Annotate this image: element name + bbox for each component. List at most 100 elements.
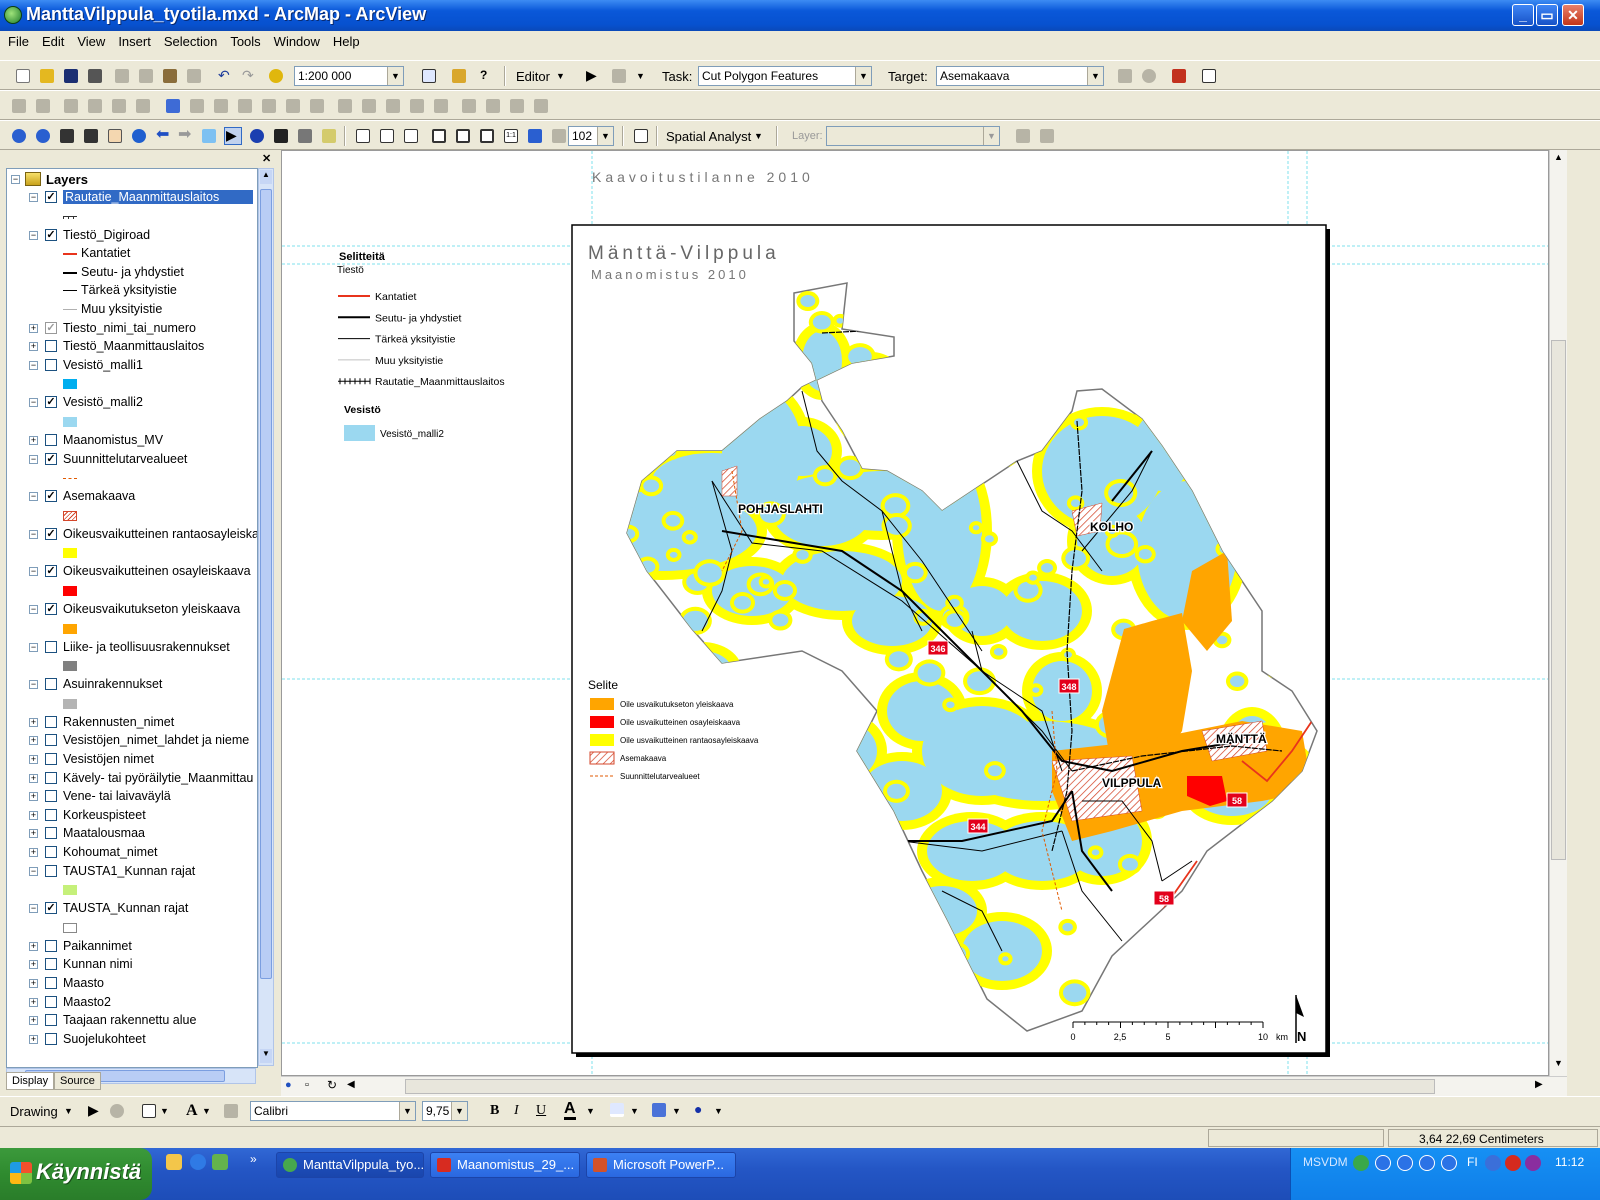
- drawing-menu[interactable]: Drawing: [10, 1104, 58, 1119]
- open-folder-icon[interactable]: [38, 67, 56, 85]
- clip-icon[interactable]: [110, 97, 128, 115]
- line-color-dropdown-icon[interactable]: ▼: [672, 1106, 681, 1116]
- bold-button[interactable]: B: [490, 1103, 499, 1119]
- expand-icon[interactable]: +: [29, 941, 38, 951]
- cut-icon[interactable]: [113, 67, 131, 85]
- layer-checkbox[interactable]: [45, 958, 57, 971]
- fill-color-icon[interactable]: [608, 1101, 626, 1119]
- collapse-icon[interactable]: −: [29, 904, 38, 914]
- intersect-icon[interactable]: [86, 97, 104, 115]
- expand-icon[interactable]: +: [29, 773, 38, 783]
- quicklaunch-desktop-icon[interactable]: [212, 1154, 228, 1170]
- collapse-icon[interactable]: −: [29, 866, 38, 876]
- toc-close-icon[interactable]: ✕: [262, 152, 271, 165]
- attributes-icon[interactable]: [1170, 67, 1188, 85]
- symbol-swatch[interactable]: [63, 698, 77, 709]
- tray-2-icon[interactable]: [1397, 1155, 1413, 1171]
- layer-symbol[interactable]: [7, 919, 257, 937]
- legend-class[interactable]: Muu yksityistie: [7, 301, 257, 319]
- select-elements-icon[interactable]: ▶: [86, 1102, 104, 1120]
- language-indicator[interactable]: FI: [1467, 1155, 1478, 1169]
- split-tool-icon[interactable]: [1116, 67, 1134, 85]
- toc-layer[interactable]: + Kohoumat_nimet: [7, 844, 257, 862]
- layer-checkbox[interactable]: [45, 808, 57, 821]
- layer-checkbox[interactable]: ✓: [45, 565, 57, 578]
- fixed-zoom-in-layout-icon[interactable]: [454, 127, 472, 145]
- layer-checkbox[interactable]: ✓: [45, 228, 57, 241]
- layer-combo[interactable]: ▼: [826, 126, 1000, 146]
- collapse-icon[interactable]: −: [29, 492, 38, 502]
- flip-vertical-icon[interactable]: [532, 97, 550, 115]
- tray-3-icon[interactable]: [1419, 1155, 1435, 1171]
- expand-icon[interactable]: +: [29, 736, 38, 746]
- layer-checkbox[interactable]: ✓: [45, 452, 57, 465]
- toc-layer[interactable]: − ✓ Asemakaava: [7, 488, 257, 506]
- refresh-icon[interactable]: ↻: [327, 1078, 337, 1092]
- layout-scroll-thumb[interactable]: [1551, 340, 1566, 860]
- toc-layer[interactable]: + Tiestö_Maanmittauslaitos: [7, 338, 257, 356]
- rotate-icon[interactable]: [108, 1102, 126, 1120]
- toc-layer[interactable]: − ✓ Vesistö_malli2: [7, 394, 257, 412]
- menu-file[interactable]: File: [0, 31, 34, 49]
- find-binoculars-icon[interactable]: [272, 127, 290, 145]
- zoom-whole-page-icon[interactable]: [430, 127, 448, 145]
- toc-vertical-scrollbar[interactable]: ▲ ▼: [258, 168, 274, 1066]
- merge-icon[interactable]: [34, 97, 52, 115]
- symbol-swatch[interactable]: [63, 922, 77, 933]
- print-icon[interactable]: [86, 67, 104, 85]
- paste-icon[interactable]: [161, 67, 179, 85]
- zoom-percent-combo[interactable]: 102 ▼: [568, 126, 614, 146]
- layer-symbol[interactable]: [7, 469, 257, 487]
- map-scale-combo[interactable]: 1:200 000 ▼: [294, 66, 404, 86]
- layer-symbol[interactable]: [7, 507, 257, 525]
- layer-checkbox[interactable]: ✓: [45, 603, 57, 615]
- expand-icon[interactable]: +: [29, 979, 38, 988]
- layer-symbol[interactable]: [7, 695, 257, 713]
- go-forward-extent-icon[interactable]: [550, 127, 568, 145]
- layer-checkbox[interactable]: ✓: [45, 490, 57, 503]
- symbol-swatch[interactable]: [63, 290, 77, 292]
- symbol-swatch[interactable]: [63, 510, 77, 521]
- menu-edit[interactable]: Edit: [34, 31, 69, 49]
- toc-layer[interactable]: + Vesistöjen nimet: [7, 751, 257, 769]
- toc-layer[interactable]: − Vesistö_malli1: [7, 357, 257, 375]
- tab-source[interactable]: Source: [54, 1072, 101, 1090]
- layer-checkbox[interactable]: [45, 995, 57, 1008]
- toc-layer[interactable]: − ✓ TAUSTA_Kunnan rajat: [7, 900, 257, 918]
- layout-canvas[interactable]: Kaavoitustilanne 2010 POHJASLAHTI KOLHO MÄN…: [282, 151, 1549, 1076]
- quicklaunch-browser-icon[interactable]: [190, 1154, 206, 1170]
- symbol-swatch[interactable]: [63, 215, 77, 219]
- collapse-icon[interactable]: −: [29, 567, 38, 577]
- align-middle-icon[interactable]: [284, 97, 302, 115]
- layer-checkbox[interactable]: [45, 864, 57, 877]
- toc-layer[interactable]: − ✓ Suunnittelutarvealueet: [7, 451, 257, 469]
- layout-view[interactable]: Kaavoitustilanne 2010 POHJASLAHTI KOLHO MÄN…: [281, 150, 1549, 1076]
- menu-selection[interactable]: Selection: [156, 31, 222, 49]
- layout-view-icon[interactable]: ▫: [305, 1079, 309, 1091]
- align-right-icon[interactable]: [236, 97, 254, 115]
- symbol-swatch[interactable]: [63, 379, 77, 390]
- symbol-swatch[interactable]: [63, 478, 77, 480]
- align-top-icon[interactable]: [260, 97, 278, 115]
- toc-layer[interactable]: + Maatalousmaa: [7, 825, 257, 843]
- symbol-swatch[interactable]: [63, 885, 77, 896]
- quicklaunch-email-icon[interactable]: [166, 1154, 182, 1170]
- layer-symbol[interactable]: [7, 413, 257, 431]
- layer-checkbox[interactable]: [45, 977, 57, 989]
- expand-icon[interactable]: +: [29, 810, 38, 820]
- task-powerpoint[interactable]: Microsoft PowerP...: [586, 1152, 736, 1178]
- delete-icon[interactable]: [185, 67, 203, 85]
- copy-parallel-icon[interactable]: [10, 97, 28, 115]
- layer-symbol[interactable]: [7, 881, 257, 899]
- drawing-dropdown-icon[interactable]: ▼: [64, 1106, 73, 1116]
- collapse-icon[interactable]: −: [29, 529, 38, 539]
- expand-icon[interactable]: +: [29, 755, 38, 764]
- font-combo[interactable]: Calibri ▼: [250, 1101, 416, 1121]
- layer-checkbox[interactable]: [45, 1032, 57, 1045]
- minimize-button[interactable]: _: [1512, 4, 1534, 26]
- quicklaunch-more-icon[interactable]: »: [250, 1152, 257, 1166]
- toc-layer[interactable]: + ✓ Tiesto_nimi_tai_numero: [7, 320, 257, 338]
- toc-layer[interactable]: + Vene- tai laivaväylä: [7, 788, 257, 806]
- expand-icon[interactable]: +: [29, 1034, 38, 1044]
- expand-icon[interactable]: +: [29, 1016, 38, 1026]
